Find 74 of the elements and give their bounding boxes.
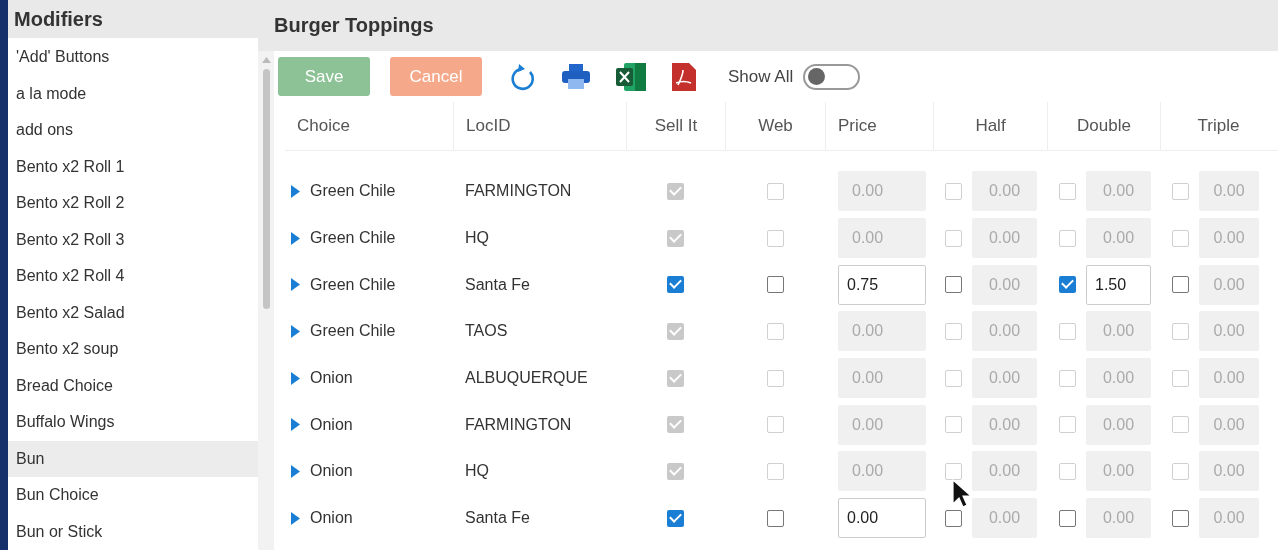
sidebar-item[interactable]: Buffalo Wings [8,404,258,441]
expand-triangle-icon[interactable] [291,371,300,385]
expand-triangle-icon[interactable] [291,231,300,245]
checkbox[interactable] [667,509,684,527]
location-text: HQ [465,462,489,481]
checkbox[interactable] [945,509,962,527]
sidebar-item[interactable]: Bun Choice [8,477,258,514]
toggle-switch[interactable] [803,63,861,90]
sidebar-item[interactable]: Bento x2 Roll 2 [8,185,258,222]
sidebar-item[interactable]: Bento x2 Roll 4 [8,258,258,295]
sidebar-item[interactable]: Bun [8,440,258,477]
price-field[interactable]: 0.00 [838,498,926,539]
sidebar-item[interactable]: Bento x2 Roll 3 [8,221,258,258]
choice-text: Green Chile [310,229,396,248]
checkbox[interactable] [1059,509,1076,527]
column-header[interactable]: Web [725,102,825,150]
location-text: HQ [465,229,489,248]
choice-text: Green Chile [310,275,396,294]
expand-triangle-icon[interactable] [291,324,300,338]
location-text: FARMINGTON [465,415,572,434]
expand-triangle-icon[interactable] [291,184,300,198]
checkbox[interactable] [1059,276,1076,294]
scrollbar-thumb[interactable] [262,69,270,309]
price-field[interactable]: 0.00 [972,264,1037,305]
checkbox[interactable] [1172,276,1189,294]
checkbox[interactable] [945,276,962,294]
column-header[interactable]: Triple [1160,102,1276,150]
price-field[interactable]: 0.00 [1199,264,1259,305]
scroll-up-arrow-icon[interactable] [261,57,271,63]
column-header[interactable]: Price [825,102,933,150]
sidebar-item[interactable]: Bento x2 soup [8,331,258,368]
choice-text: Green Chile [310,182,396,201]
location-text: ALBUQUERQUE [465,369,588,388]
sidebar-item[interactable]: Bento x2 Roll 1 [8,148,258,185]
scrollbar[interactable] [258,51,274,550]
sidebar-item[interactable]: a la mode [8,75,258,112]
column-header[interactable]: Choice [285,102,453,150]
checkbox[interactable] [766,509,784,527]
choice-text: Green Chile [310,322,396,341]
sidebar-item[interactable]: 'Add' Buttons [8,39,258,76]
checkbox[interactable] [667,276,684,294]
show-all-label: Show All [728,66,794,87]
sidebar-item[interactable]: add ons [8,112,258,149]
choice-text: Onion [310,462,353,481]
expand-triangle-icon[interactable] [291,278,300,292]
price-field[interactable]: 0.75 [838,264,926,305]
column-header[interactable]: Sell It [626,102,725,150]
price-field[interactable]: 0.00 [972,498,1037,539]
save-button[interactable]: Save [278,57,370,96]
price-field[interactable]: 0.00 [1199,498,1259,539]
location-text: Santa Fe [465,275,530,294]
choice-text: Onion [310,369,353,388]
price-field[interactable]: 1.50 [1086,264,1151,305]
expand-triangle-icon[interactable] [291,511,300,525]
page-title: Burger Toppings [274,13,435,38]
checkbox[interactable] [766,276,784,294]
choice-text: Onion [310,509,353,528]
choice-text: Onion [310,415,353,434]
location-text: TAOS [465,322,508,341]
expand-triangle-icon[interactable] [291,464,300,478]
expand-triangle-icon[interactable] [291,418,300,432]
cancel-button[interactable]: Cancel [390,57,482,96]
location-text: Santa Fe [465,509,530,528]
checkbox[interactable] [1172,509,1189,527]
sidebar-item[interactable]: Bun or Stick [8,513,258,550]
sidebar-item[interactable]: Bread Choice [8,367,258,404]
column-header[interactable]: LocID [453,102,626,150]
column-header[interactable]: Half [933,102,1047,150]
sidebar-item[interactable]: Bento x2 Salad [8,294,258,331]
location-text: FARMINGTON [465,182,572,201]
price-field[interactable]: 0.00 [1086,498,1151,539]
mouse-cursor-icon [952,479,972,509]
column-header[interactable]: Double [1047,102,1160,150]
sidebar-title: Modifiers [13,6,104,32]
